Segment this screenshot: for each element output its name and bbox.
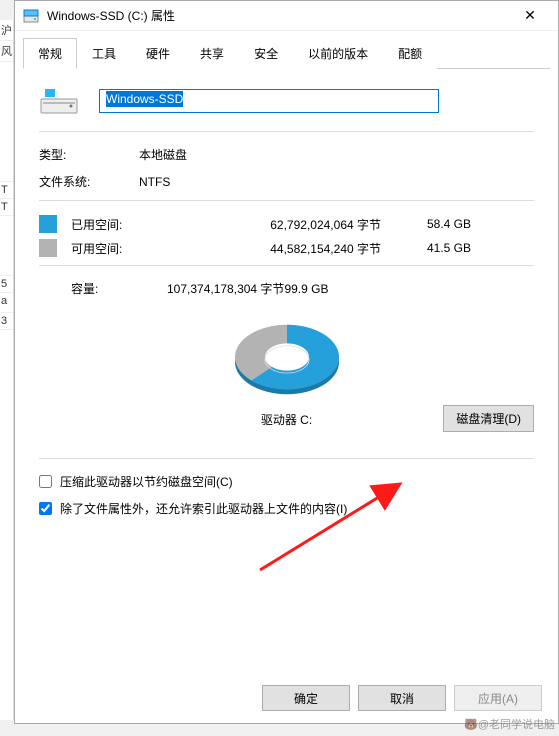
free-swatch — [39, 239, 57, 257]
used-label: 已用空间: — [71, 216, 181, 233]
used-gb: 58.4 GB — [381, 217, 471, 231]
compress-checkbox[interactable] — [39, 475, 52, 488]
index-checkbox-row[interactable]: 除了文件属性外，还允许索引此驱动器上文件的内容(I) — [39, 500, 534, 517]
free-bytes: 44,582,154,240 字节 — [181, 240, 381, 257]
free-label: 可用空间: — [71, 240, 181, 257]
tab-previous[interactable]: 以前的版本 — [293, 38, 383, 69]
watermark: 🐻@老同学说电脑 — [464, 716, 555, 732]
disk-cleanup-button[interactable]: 磁盘清理(D) — [443, 405, 534, 432]
drive-name-input[interactable]: Windows-SSD — [99, 89, 439, 113]
drive-large-icon — [39, 85, 79, 117]
used-swatch — [39, 215, 57, 233]
compress-checkbox-row[interactable]: 压缩此驱动器以节约磁盘空间(C) — [39, 473, 534, 490]
type-label: 类型: — [39, 146, 139, 163]
index-checkbox[interactable] — [39, 502, 52, 515]
capacity-gb: 99.9 GB — [284, 282, 328, 296]
drive-icon — [23, 8, 39, 24]
apply-button[interactable]: 应用(A) — [454, 685, 542, 711]
type-value: 本地磁盘 — [139, 146, 534, 163]
compress-label: 压缩此驱动器以节约磁盘空间(C) — [60, 473, 233, 490]
dialog-buttons: 确定 取消 应用(A) — [262, 685, 542, 711]
tab-sharing[interactable]: 共享 — [185, 38, 239, 69]
ok-button[interactable]: 确定 — [262, 685, 350, 711]
close-button[interactable]: ✕ — [510, 1, 550, 31]
usage-pie-chart — [222, 309, 352, 399]
window-title: Windows-SSD (C:) 属性 — [47, 7, 510, 24]
cancel-button[interactable]: 取消 — [358, 685, 446, 711]
tab-quota[interactable]: 配额 — [383, 38, 437, 69]
tab-tools[interactable]: 工具 — [77, 38, 131, 69]
drive-letter-label: 驱动器 C: — [261, 411, 312, 428]
titlebar: Windows-SSD (C:) 属性 ✕ — [15, 1, 558, 31]
filesystem-value: NTFS — [139, 175, 534, 189]
capacity-label: 容量: — [39, 280, 167, 297]
tab-hardware[interactable]: 硬件 — [131, 38, 185, 69]
tab-content: Windows-SSD 类型: 本地磁盘 文件系统: NTFS 已用空间: 62… — [15, 69, 558, 543]
tab-general[interactable]: 常规 — [23, 38, 77, 69]
tab-strip: 常规 工具 硬件 共享 安全 以前的版本 配额 — [23, 37, 550, 69]
used-bytes: 62,792,024,064 字节 — [181, 216, 381, 233]
capacity-bytes: 107,374,178,304 字节 — [167, 280, 284, 297]
index-label: 除了文件属性外，还允许索引此驱动器上文件的内容(I) — [60, 500, 347, 517]
tab-security[interactable]: 安全 — [239, 38, 293, 69]
filesystem-label: 文件系统: — [39, 173, 139, 190]
properties-dialog: Windows-SSD (C:) 属性 ✕ 常规 工具 硬件 共享 安全 以前的… — [14, 0, 559, 724]
free-gb: 41.5 GB — [381, 241, 471, 255]
